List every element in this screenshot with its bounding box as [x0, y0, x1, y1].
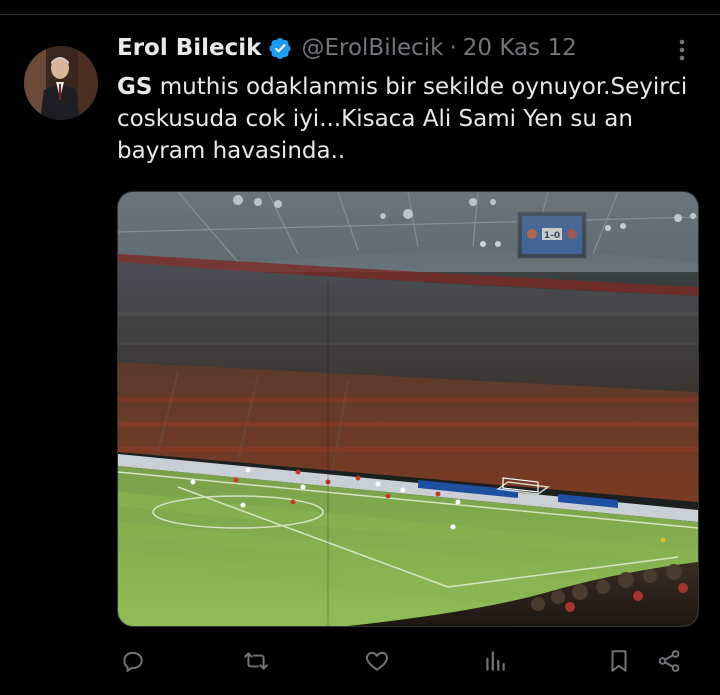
handle[interactable]: @ErolBilecik [301, 35, 443, 61]
stadium-photo: 1-0 [118, 192, 698, 626]
profile-photo [24, 46, 98, 120]
hashtag-text[interactable]: GS [117, 74, 152, 100]
display-name[interactable]: Erol Bilecik [117, 35, 261, 61]
tweet-text: GS muthis odaklanmis bir sekilde oynuyor… [117, 71, 707, 167]
tweet-body-text: muthis odaklanmis bir sekilde oynuyor.Se… [117, 74, 688, 164]
share-icon[interactable] [653, 645, 685, 677]
views-icon[interactable] [479, 645, 511, 677]
avatar[interactable] [24, 46, 98, 120]
tweet[interactable]: Erol Bilecik @ErolBilecik · 20 Kas 12 GS… [0, 15, 720, 695]
like-icon[interactable] [361, 645, 393, 677]
retweet-icon[interactable] [240, 645, 272, 677]
action-bar [117, 645, 697, 677]
bookmark-icon[interactable] [603, 645, 635, 677]
more-options-icon[interactable] [670, 35, 694, 65]
tweet-photo[interactable]: 1-0 [117, 191, 699, 627]
reply-icon[interactable] [117, 645, 149, 677]
timestamp[interactable]: 20 Kas 12 [463, 35, 577, 61]
tweet-header: Erol Bilecik @ErolBilecik · 20 Kas 12 [117, 33, 577, 63]
top-divider [0, 0, 720, 15]
verified-badge-icon [268, 36, 292, 60]
separator-dot: · [449, 35, 457, 61]
